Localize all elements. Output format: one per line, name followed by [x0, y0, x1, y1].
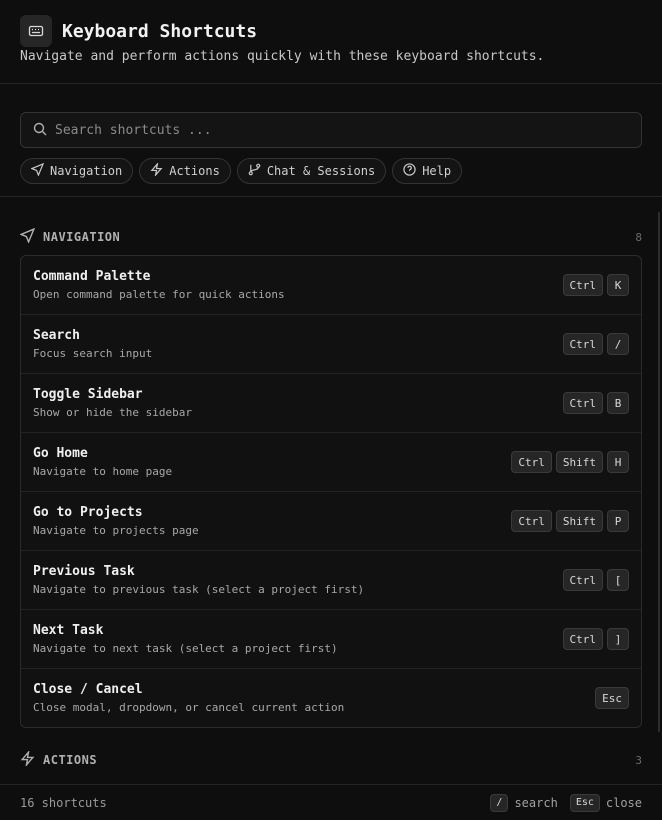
shortcut-title: Previous Task: [33, 564, 135, 579]
lightning-icon: [20, 749, 35, 770]
key-combo: Esc: [595, 687, 629, 709]
search-box[interactable]: [20, 112, 642, 148]
chip-navigation[interactable]: Navigation: [20, 158, 134, 184]
shortcut-description: Open command palette for quick actions: [33, 288, 285, 301]
chip-label: Navigation: [50, 164, 123, 178]
key: B: [607, 392, 629, 414]
footer-hints: / search Esc close: [490, 793, 642, 812]
key: Shift: [555, 451, 603, 473]
shortcut-row: Toggle Sidebar Show or hide the sidebar …: [21, 374, 641, 433]
key: ]: [607, 628, 629, 650]
key: P: [607, 510, 629, 532]
lightning-icon: [150, 161, 163, 179]
hint-label: close: [605, 795, 642, 810]
shortcut-title: Go to Projects: [33, 505, 143, 520]
shortcuts-list[interactable]: NAVIGATION 8 Command Palette Open comman…: [0, 197, 662, 784]
section-label: NAVIGATION: [43, 230, 121, 244]
shortcut-description: Navigate to projects page: [33, 524, 199, 537]
key-combo: Ctrl Shift P: [511, 510, 629, 532]
shortcut-row: Previous Task Navigate to previous task …: [21, 551, 641, 610]
section-header-actions: ACTIONS 3: [20, 749, 642, 770]
key: K: [607, 274, 629, 296]
key-combo: Ctrl B: [562, 392, 629, 414]
chip-chat-sessions[interactable]: Chat & Sessions: [236, 158, 387, 184]
section-count: 3: [635, 753, 642, 767]
search-input[interactable]: [55, 122, 629, 138]
navigation-shortcuts: Command Palette Open command palette for…: [20, 255, 642, 728]
key: Esc: [595, 687, 629, 709]
key: Shift: [555, 510, 603, 532]
chip-label: Help: [422, 164, 452, 178]
key: Esc: [569, 793, 600, 812]
shortcut-count: 16 shortcuts: [20, 795, 107, 810]
shortcut-description: Navigate to previous task (select a proj…: [33, 583, 365, 596]
section-label: ACTIONS: [43, 753, 98, 767]
key: H: [607, 451, 629, 473]
shortcut-title: Close / Cancel: [33, 682, 143, 697]
shortcut-row: Go Home Navigate to home page Ctrl Shift…: [21, 433, 641, 492]
key: /: [490, 793, 509, 812]
title-row: Keyboard Shortcuts: [20, 15, 642, 47]
key-combo: Ctrl /: [562, 333, 629, 355]
key-combo: Ctrl ]: [562, 628, 629, 650]
shortcut-title: Command Palette: [33, 269, 151, 284]
key-combo: Ctrl Shift H: [511, 451, 629, 473]
shortcut-description: Focus search input: [33, 347, 153, 360]
key: Ctrl: [511, 451, 552, 473]
key: Ctrl: [562, 274, 603, 296]
chip-actions[interactable]: Actions: [139, 158, 231, 184]
key: Ctrl: [562, 333, 603, 355]
key: Ctrl: [562, 392, 603, 414]
chip-help[interactable]: Help: [392, 158, 463, 184]
shortcut-row: Next Task Navigate to next task (select …: [21, 610, 641, 669]
search-icon: [33, 121, 47, 140]
key: Ctrl: [562, 569, 603, 591]
key-combo: Ctrl [: [562, 569, 629, 591]
git-branch-icon: [248, 163, 261, 179]
dialog-footer: 16 shortcuts / search Esc close: [0, 784, 662, 820]
section-count: 8: [635, 230, 642, 244]
shortcut-description: Navigate to home page: [33, 465, 173, 478]
page-title: Keyboard Shortcuts: [62, 20, 258, 42]
key: Ctrl: [511, 510, 552, 532]
shortcut-row: Go to Projects Navigate to projects page…: [21, 492, 641, 551]
shortcut-row: Close / Cancel Close modal, dropdown, or…: [21, 669, 641, 727]
chip-label: Actions: [169, 164, 220, 178]
section-header-navigation: NAVIGATION 8: [19, 227, 642, 247]
shortcut-description: Show or hide the sidebar: [33, 406, 192, 419]
shortcut-title: Toggle Sidebar: [33, 387, 143, 402]
shortcut-row: Command Palette Open command palette for…: [21, 256, 641, 315]
keyboard-icon: [20, 15, 52, 47]
shortcut-title: Search: [33, 328, 80, 343]
key: [: [607, 569, 629, 591]
shortcut-description: Navigate to next task (select a project …: [33, 642, 338, 655]
shortcut-title: Next Task: [33, 623, 104, 638]
page-subtitle: Navigate and perform actions quickly wit…: [20, 49, 545, 64]
shortcut-title: Go Home: [33, 446, 88, 461]
send-icon: [30, 162, 45, 179]
shortcut-row: Search Focus search input Ctrl /: [21, 315, 641, 374]
help-circle-icon: [403, 163, 416, 179]
category-chips: Navigation Actions Chat & Sessions Help: [20, 158, 642, 184]
scrollbar[interactable]: [658, 212, 660, 732]
chip-label: Chat & Sessions: [266, 164, 376, 178]
dialog-header: Keyboard Shortcuts Navigate and perform …: [0, 0, 662, 84]
key: Ctrl: [562, 628, 603, 650]
key-combo: Ctrl K: [562, 274, 629, 296]
search-area: Navigation Actions Chat & Sessions Help: [0, 84, 662, 197]
shortcut-description: Close modal, dropdown, or cancel current…: [33, 701, 345, 714]
key: /: [607, 333, 629, 355]
hint-label: search: [514, 795, 558, 810]
send-icon: [19, 227, 36, 247]
